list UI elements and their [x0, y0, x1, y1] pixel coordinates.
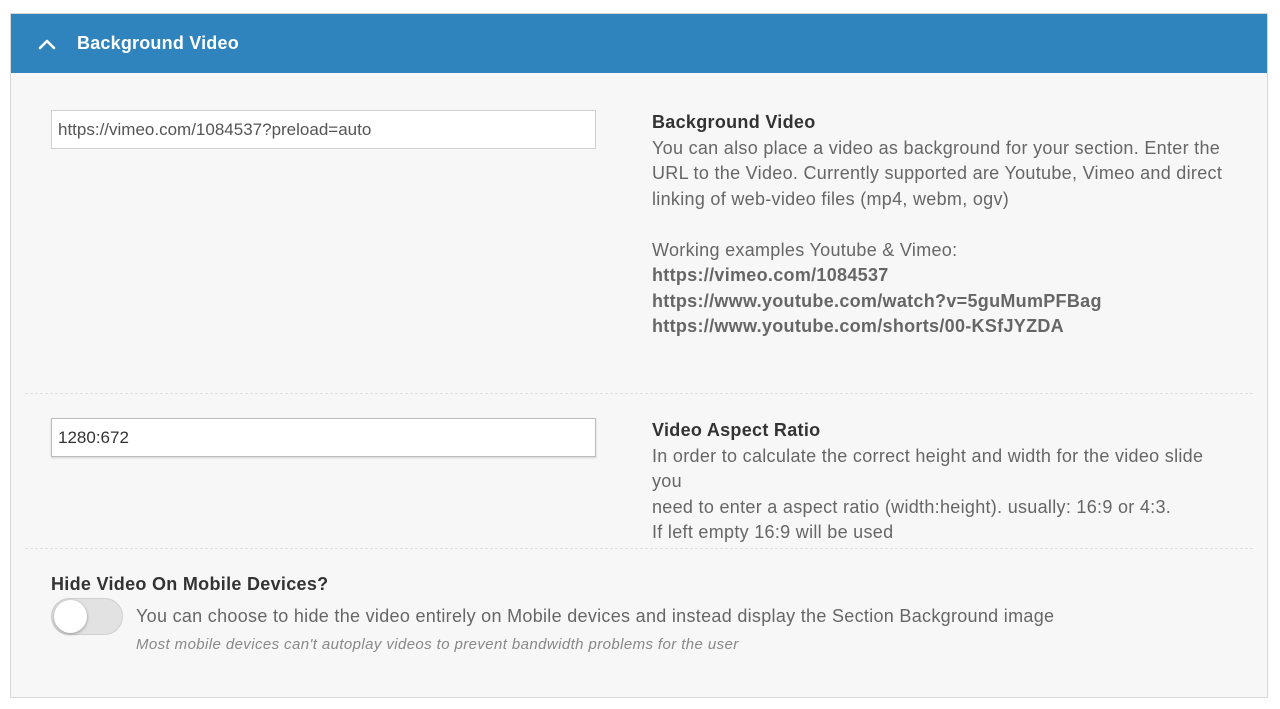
panel-header[interactable]: Background Video: [11, 14, 1267, 73]
description-line: In order to calculate the correct height…: [652, 445, 1204, 492]
description-line: If left empty 16:9 will be used: [652, 522, 894, 542]
description-line: need to enter a aspect ratio (width:heig…: [652, 496, 1172, 517]
toggle-knob: [54, 600, 87, 633]
section-divider: [25, 393, 1253, 394]
hide-on-mobile-note: Most mobile devices can't autoplay video…: [136, 636, 739, 653]
aspect-ratio-input[interactable]: [51, 418, 596, 457]
description-line: linking of web-video files (mp4, webm, o…: [652, 188, 1010, 209]
description-line: You can also place a video as background…: [652, 137, 1221, 158]
chevron-up-icon[interactable]: [31, 32, 63, 56]
example-url: https://www.youtube.com/shorts/00-KSfJYZ…: [652, 316, 1064, 336]
section-divider: [25, 548, 1253, 549]
background-video-panel: Background Video Background Video You ca…: [10, 13, 1268, 698]
background-video-description: Background Video You can also place a vi…: [652, 110, 1232, 340]
background-video-label: Background Video: [652, 112, 816, 132]
description-line: URL to the Video. Currently supported ar…: [652, 163, 1223, 183]
examples-intro: Working examples Youtube & Vimeo:: [652, 239, 958, 260]
example-url: https://www.youtube.com/watch?v=5guMumPF…: [652, 290, 1102, 311]
panel-title: Background Video: [77, 33, 239, 53]
aspect-ratio-label: Video Aspect Ratio: [652, 420, 821, 440]
hide-on-mobile-toggle[interactable]: [51, 598, 123, 635]
hide-on-mobile-description: You can choose to hide the video entirel…: [136, 606, 1055, 626]
background-video-url-input[interactable]: [51, 110, 596, 149]
example-url: https://vimeo.com/1084537: [652, 265, 889, 285]
hide-on-mobile-label: Hide Video On Mobile Devices?: [51, 574, 329, 594]
aspect-ratio-description: Video Aspect Ratio In order to calculate…: [652, 418, 1232, 546]
